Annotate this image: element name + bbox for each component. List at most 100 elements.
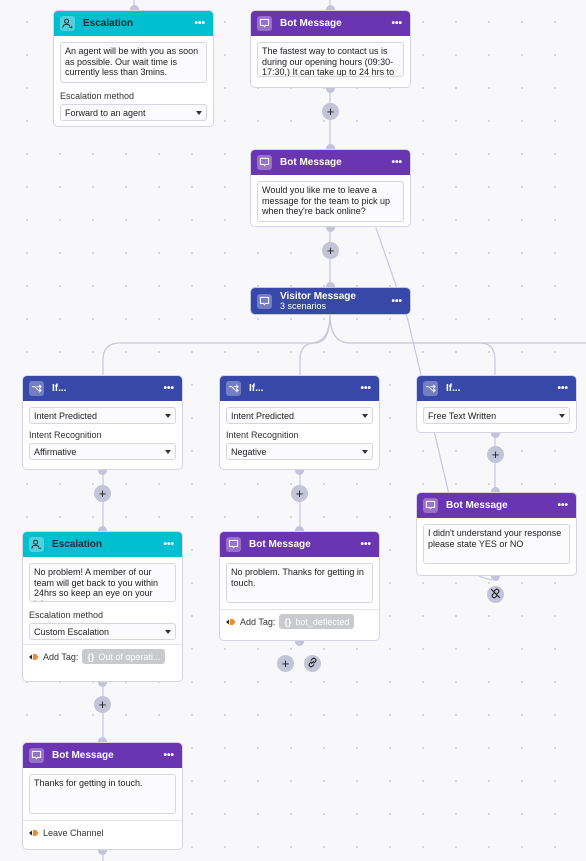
escalation-method-select[interactable]: Forward to an agent: [60, 104, 207, 121]
message-text[interactable]: I didn't understand your response please…: [423, 524, 570, 564]
add-step-button[interactable]: +: [487, 446, 504, 463]
plus-icon: +: [491, 447, 500, 462]
node-title: Bot Message: [446, 500, 508, 511]
escalation-node-top[interactable]: Escalation ••• An agent will be with you…: [53, 10, 214, 127]
unlink-step-button[interactable]: [487, 586, 504, 603]
connector-visitor-branch-right: [329, 313, 496, 375]
message-text[interactable]: No problem. Thanks for getting in touch.: [226, 563, 373, 603]
chat-bubble-icon: [257, 155, 272, 170]
intent-select[interactable]: Affirmative: [29, 443, 176, 460]
condition-select[interactable]: Intent Predicted: [29, 407, 176, 424]
node-header[interactable]: If... •••: [417, 376, 576, 401]
plus-icon: +: [295, 486, 304, 501]
node-input-port[interactable]: [130, 5, 139, 10]
link-step-button[interactable]: [304, 655, 321, 672]
more-options-icon[interactable]: •••: [391, 157, 402, 167]
node-header[interactable]: Bot Message •••: [251, 11, 410, 36]
node-header[interactable]: If... •••: [23, 376, 182, 401]
add-step-button[interactable]: +: [277, 655, 294, 672]
more-options-icon[interactable]: •••: [163, 539, 174, 549]
chevron-down-icon: [165, 629, 171, 634]
condition-node-affirmative[interactable]: If... ••• Intent Predicted Intent Recogn…: [22, 375, 183, 470]
node-output-port[interactable]: [326, 227, 335, 232]
node-title: Escalation: [52, 539, 103, 550]
bot-message-node-no-problem[interactable]: Bot Message ••• No problem. Thanks for g…: [219, 531, 380, 641]
bot-message-node-leave-message[interactable]: Bot Message ••• Would you like me to lea…: [250, 149, 411, 227]
message-text[interactable]: An agent will be with you as soon as pos…: [60, 42, 207, 83]
node-header[interactable]: Bot Message •••: [220, 532, 379, 557]
node-output-port[interactable]: [491, 433, 500, 438]
condition-node-free-text[interactable]: If... ••• Free Text Written: [416, 375, 577, 433]
chat-bubble-icon: [423, 498, 438, 513]
more-options-icon[interactable]: •••: [557, 383, 568, 393]
tag-pill[interactable]: {} bot_deflected: [279, 614, 355, 629]
node-header[interactable]: Escalation •••: [23, 532, 182, 557]
bot-message-node-hours[interactable]: Bot Message ••• The fastest way to conta…: [250, 10, 411, 88]
intent-select[interactable]: Negative: [226, 443, 373, 460]
chevron-down-icon: [165, 449, 171, 454]
more-options-icon[interactable]: •••: [557, 500, 568, 510]
select-value: Intent Predicted: [231, 410, 295, 421]
message-text[interactable]: Would you like me to leave a message for…: [257, 181, 404, 222]
message-text[interactable]: Thanks for getting in touch.: [29, 774, 176, 814]
add-step-button[interactable]: +: [94, 696, 111, 713]
add-tag-row[interactable]: Add Tag: {} Out of operati...: [23, 644, 182, 668]
tag-pill[interactable]: {} Out of operati...: [82, 649, 166, 664]
node-header[interactable]: Bot Message •••: [417, 493, 576, 518]
select-value: Negative: [231, 446, 267, 457]
condition-node-negative[interactable]: If... ••• Intent Predicted Intent Recogn…: [219, 375, 380, 470]
more-options-icon[interactable]: •••: [163, 383, 174, 393]
node-output-port[interactable]: [491, 576, 500, 581]
node-input-port[interactable]: [491, 487, 500, 492]
branch-icon: [423, 381, 438, 396]
select-value: Free Text Written: [428, 410, 497, 421]
bot-message-node-not-understood[interactable]: Bot Message ••• I didn't understand your…: [416, 492, 577, 576]
node-output-port[interactable]: [295, 641, 304, 646]
more-options-icon[interactable]: •••: [194, 18, 205, 28]
node-input-port[interactable]: [98, 737, 107, 742]
more-options-icon[interactable]: •••: [360, 539, 371, 549]
intent-recognition-label: Intent Recognition: [226, 430, 299, 440]
node-input-port[interactable]: [326, 5, 335, 10]
more-options-icon[interactable]: •••: [391, 296, 402, 306]
leave-channel-label: Leave Channel: [43, 827, 104, 838]
node-title: Bot Message: [280, 18, 342, 29]
message-text[interactable]: No problem! A member of our team will ge…: [29, 563, 176, 602]
bot-message-node-thanks[interactable]: Bot Message ••• Thanks for getting in to…: [22, 742, 183, 850]
node-input-port[interactable]: [98, 526, 107, 531]
add-step-button[interactable]: +: [291, 485, 308, 502]
escalation-method-select[interactable]: Custom Escalation: [29, 623, 176, 640]
more-options-icon[interactable]: •••: [163, 750, 174, 760]
node-header[interactable]: If... •••: [220, 376, 379, 401]
node-header[interactable]: Escalation •••: [54, 11, 213, 36]
node-output-port[interactable]: [98, 470, 107, 475]
node-output-port[interactable]: [326, 88, 335, 93]
visitor-message-node[interactable]: Visitor Message 3 scenarios •••: [250, 287, 411, 315]
more-options-icon[interactable]: •••: [391, 18, 402, 28]
intent-recognition-label: Intent Recognition: [29, 430, 102, 440]
node-input-port[interactable]: [295, 526, 304, 531]
leave-channel-row[interactable]: Leave Channel: [23, 820, 182, 844]
node-title: Bot Message: [52, 750, 114, 761]
add-tag-row[interactable]: Add Tag: {} bot_deflected: [220, 609, 379, 633]
tag-icon: [226, 618, 236, 626]
unlink-icon: [490, 588, 501, 601]
node-input-port[interactable]: [326, 144, 335, 149]
node-input-port[interactable]: [326, 282, 335, 287]
add-step-button[interactable]: +: [322, 103, 339, 120]
node-header[interactable]: Bot Message •••: [251, 150, 410, 175]
message-text[interactable]: The fastest way to contact us is during …: [257, 42, 404, 77]
node-output-port[interactable]: [295, 470, 304, 475]
more-options-icon[interactable]: •••: [360, 383, 371, 393]
condition-select[interactable]: Intent Predicted: [226, 407, 373, 424]
node-output-port[interactable]: [98, 850, 107, 855]
node-header[interactable]: Visitor Message 3 scenarios •••: [251, 288, 410, 314]
braces-icon: {}: [284, 616, 292, 627]
chat-bubble-icon: [29, 748, 44, 763]
node-output-port[interactable]: [98, 682, 107, 687]
condition-select[interactable]: Free Text Written: [423, 407, 570, 424]
add-step-button[interactable]: +: [322, 242, 339, 259]
escalation-node-custom[interactable]: Escalation ••• No problem! A member of o…: [22, 531, 183, 682]
node-header[interactable]: Bot Message •••: [23, 743, 182, 768]
add-step-button[interactable]: +: [94, 485, 111, 502]
